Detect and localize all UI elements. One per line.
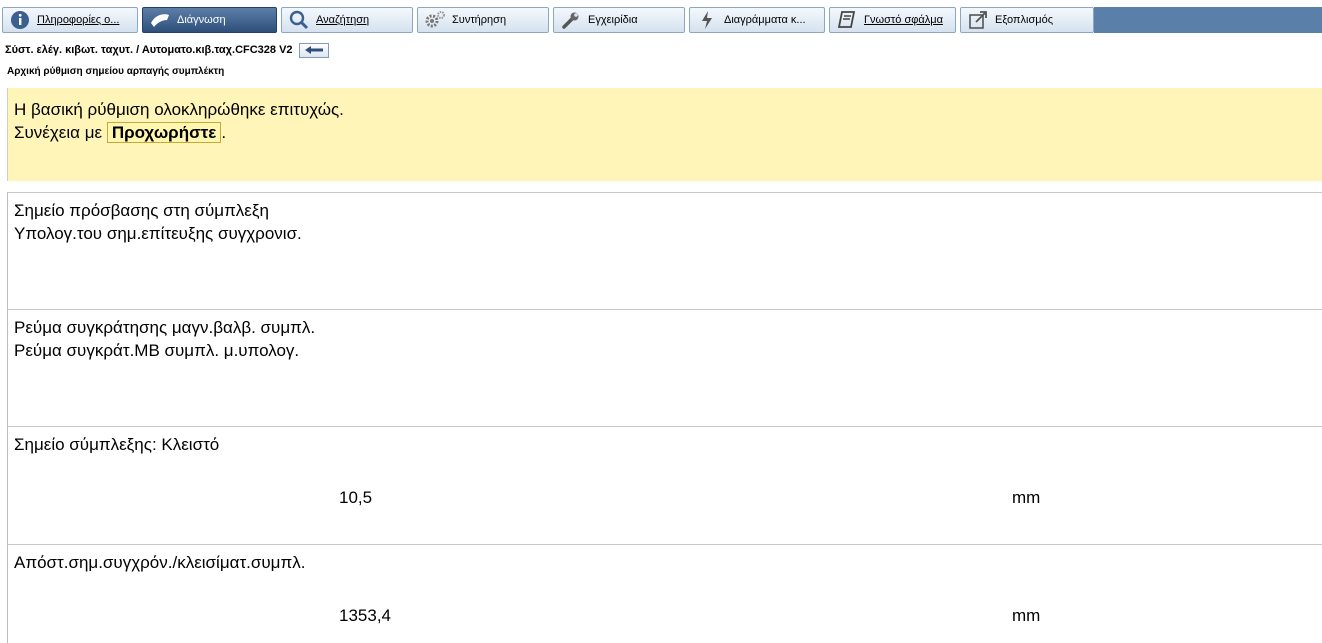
block-line-2: Υπολογ.του σημ.επίτευξης συγχρονισ.	[14, 224, 302, 243]
block-line-1: Απόστ.σημ.συγχρόν./κλεισίματ.συμπλ.	[14, 553, 306, 572]
tab-diagrams[interactable]: Διαγράμματα κ...	[689, 7, 825, 33]
block-line-2: Ρεύμα συγκράτ.ΜΒ συμπλ. μ.υπολογ.	[14, 341, 300, 360]
block-line-1: Σημείο πρόσβασης στη σύμπλεξη	[14, 201, 269, 220]
tab-known-error[interactable]: Γνωστό σφάλμα	[829, 7, 956, 33]
message-line-2: Συνέχεια με Προχωρήστε.	[14, 121, 1322, 144]
message-line-1: Η βασική ρύθμιση ολοκληρώθηκε επιτυχώς.	[14, 100, 344, 119]
result-block: Ρεύμα συγκράτησης μαγν.βαλβ. συμπλ. Ρεύμ…	[7, 310, 1322, 426]
result-block: Σημείο πρόσβασης στη σύμπλεξη Υπολογ.του…	[7, 193, 1322, 309]
tab-information-label: Πληροφορίες ο...	[37, 14, 120, 26]
message-suffix: .	[221, 123, 227, 142]
tab-search[interactable]: Αναζήτηση	[281, 7, 413, 33]
tab-known-error-label: Γνωστό σφάλμα	[864, 14, 943, 26]
external-link-icon	[967, 9, 989, 31]
tab-manuals-label: Εγχειρίδια	[588, 14, 638, 26]
status-message: Η βασική ρύθμιση ολοκληρώθηκε επιτυχώς. …	[7, 88, 1322, 181]
tab-manuals[interactable]: Εγχειρίδια	[553, 7, 685, 33]
tab-bar-fill	[1094, 7, 1322, 33]
procedure-title: Αρχική ρύθμιση σημείου αρπαγής συμπλέκτη	[7, 66, 225, 77]
back-button[interactable]	[298, 42, 329, 58]
measured-unit: mm	[1012, 488, 1041, 507]
wrench-icon	[560, 9, 582, 31]
breadcrumb-row: Σύστ. ελέγ. κιβωτ. ταχυτ. / Αυτοματο.κιβ…	[5, 41, 329, 59]
tab-diagnosis[interactable]: Διάγνωση	[142, 7, 277, 33]
tab-information[interactable]: Πληροφορίες ο...	[2, 7, 138, 33]
stethoscope-icon	[149, 9, 171, 31]
proceed-button[interactable]: Προχωρήστε	[106, 122, 222, 143]
breadcrumb: Σύστ. ελέγ. κιβωτ. ταχυτ. / Αυτοματο.κιβ…	[5, 44, 293, 56]
block-line-1: Ρεύμα συγκράτησης μαγν.βαλβ. συμπλ.	[14, 318, 316, 337]
info-icon	[9, 9, 31, 31]
tab-equipment-label: Εξοπλισμός	[995, 14, 1054, 26]
message-prefix: Συνέχεια με	[14, 123, 103, 142]
result-block: Σημείο σύμπλεξης: Κλειστό	[7, 427, 1322, 544]
tab-diagnosis-label: Διάγνωση	[177, 14, 226, 26]
lightning-icon	[696, 9, 718, 31]
tab-search-label: Αναζήτηση	[316, 14, 370, 26]
measured-value: 1353,4	[339, 606, 391, 625]
measured-value: 10,5	[339, 488, 373, 507]
tab-equipment[interactable]: Εξοπλισμός	[960, 7, 1094, 33]
tab-diagrams-label: Διαγράμματα κ...	[724, 14, 806, 26]
gears-icon	[424, 9, 446, 31]
measured-unit: mm	[1012, 606, 1041, 625]
tab-maintenance-label: Συντήρηση	[452, 14, 507, 26]
block-line-1: Σημείο σύμπλεξης: Κλειστό	[14, 435, 220, 454]
top-tab-bar: Πληροφορίες ο... Διάγνωση Αναζήτηση Συντ…	[0, 0, 1322, 36]
book-icon	[836, 9, 858, 31]
result-block: Απόστ.σημ.συγχρόν./κλεισίματ.συμπλ.	[7, 545, 1322, 643]
tab-maintenance[interactable]: Συντήρηση	[417, 7, 549, 33]
back-arrow-icon	[304, 46, 323, 54]
search-icon	[288, 9, 310, 31]
